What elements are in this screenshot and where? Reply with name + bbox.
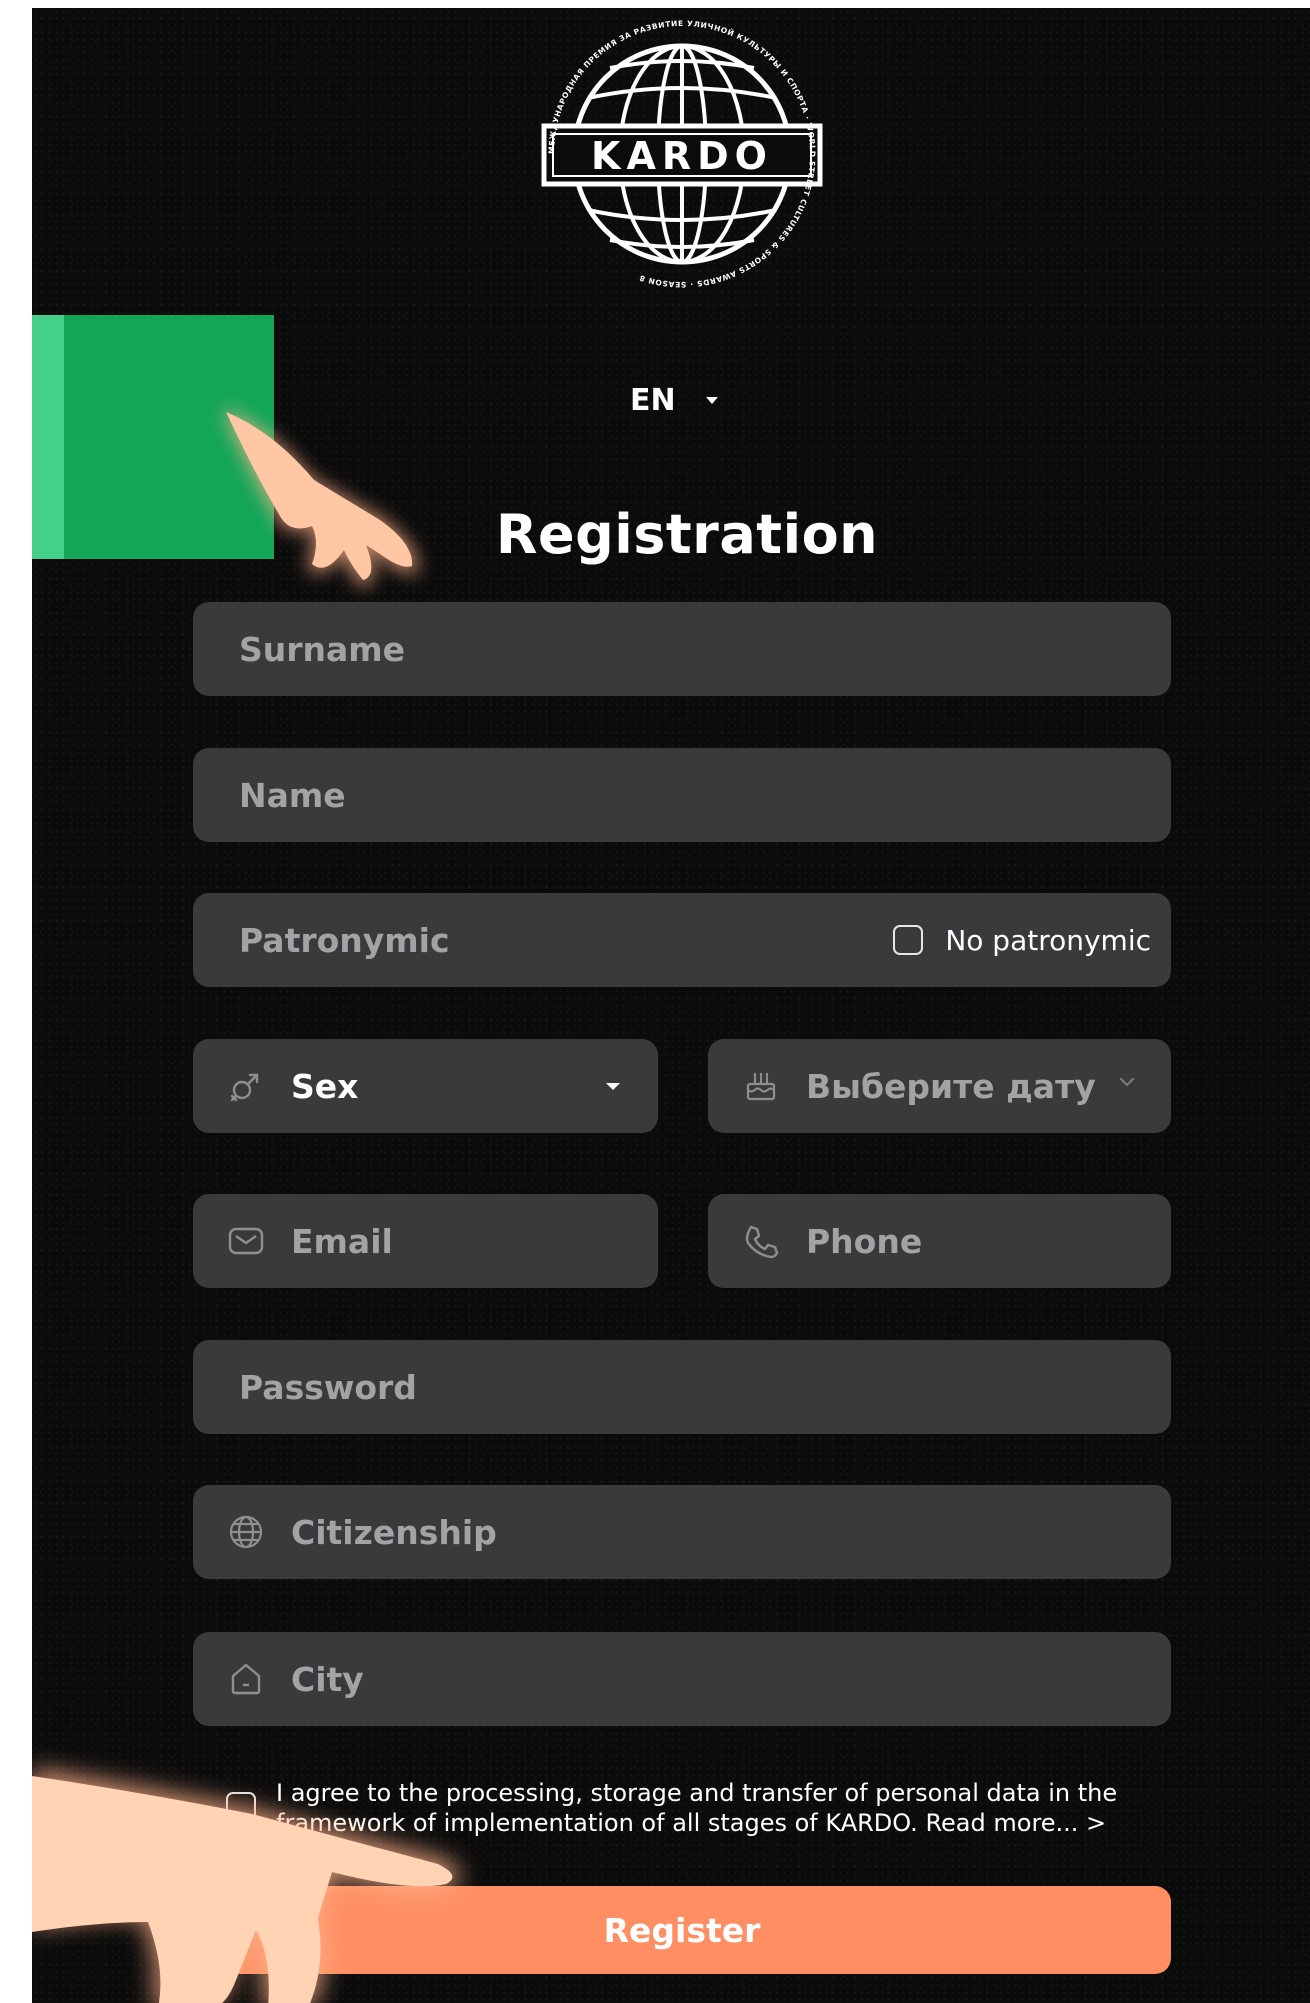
register-label: Register [603, 1910, 761, 1950]
agreement-checkbox[interactable] [226, 1792, 256, 1822]
phone-placeholder: Phone [806, 1221, 923, 1261]
city-placeholder: City [291, 1659, 364, 1699]
sex-select[interactable]: Sex [193, 1039, 658, 1133]
sex-label: Sex [291, 1066, 359, 1106]
name-placeholder: Name [239, 775, 346, 815]
password-placeholder: Password [239, 1367, 417, 1407]
page-title: Registration [495, 503, 879, 566]
chevron-down-icon [1119, 1077, 1135, 1087]
name-input[interactable]: Name [193, 748, 1171, 842]
caret-down-icon [705, 397, 718, 404]
globe-icon [227, 1513, 265, 1551]
date-placeholder: Выберите дату [806, 1066, 1096, 1106]
surname-placeholder: Surname [239, 629, 406, 669]
kardo-logo: KARDO МЕЖДУНАРОДНАЯ ПРЕМИЯ ЗА РАЗВИТИЕ У… [541, 19, 823, 289]
mail-icon [227, 1222, 265, 1260]
language-label: EN [630, 383, 676, 418]
agreement-row: I agree to the processing, storage and t… [226, 1778, 1186, 1838]
cake-icon [742, 1067, 780, 1105]
register-button[interactable]: Register [193, 1886, 1171, 1974]
caret-down-icon [606, 1083, 620, 1090]
surname-input[interactable]: Surname [193, 602, 1171, 696]
phone-input[interactable]: Phone [708, 1194, 1171, 1288]
language-selector[interactable]: EN [630, 383, 718, 418]
no-patronymic-option[interactable]: No patronymic [893, 893, 1151, 987]
no-patronymic-checkbox[interactable] [893, 925, 924, 955]
patronymic-placeholder: Patronymic [239, 920, 450, 960]
citizenship-placeholder: Citizenship [291, 1512, 497, 1552]
logo-brand-text: KARDO [591, 134, 773, 178]
home-icon [227, 1660, 265, 1698]
patronymic-input[interactable]: Patronymic No patronymic [193, 893, 1171, 987]
gender-icon [227, 1067, 265, 1105]
city-input[interactable]: City [193, 1632, 1171, 1726]
email-placeholder: Email [291, 1221, 393, 1261]
password-input[interactable]: Password [193, 1340, 1171, 1434]
no-patronymic-label: No patronymic [945, 923, 1151, 957]
registration-page: KARDO МЕЖДУНАРОДНАЯ ПРЕМИЯ ЗА РАЗВИТИЕ У… [32, 8, 1310, 2003]
email-input[interactable]: Email [193, 1194, 658, 1288]
phone-icon [742, 1222, 780, 1260]
birthdate-picker[interactable]: Выберите дату [708, 1039, 1171, 1133]
citizenship-select[interactable]: Citizenship [193, 1485, 1171, 1579]
agreement-text[interactable]: I agree to the processing, storage and t… [276, 1778, 1186, 1838]
